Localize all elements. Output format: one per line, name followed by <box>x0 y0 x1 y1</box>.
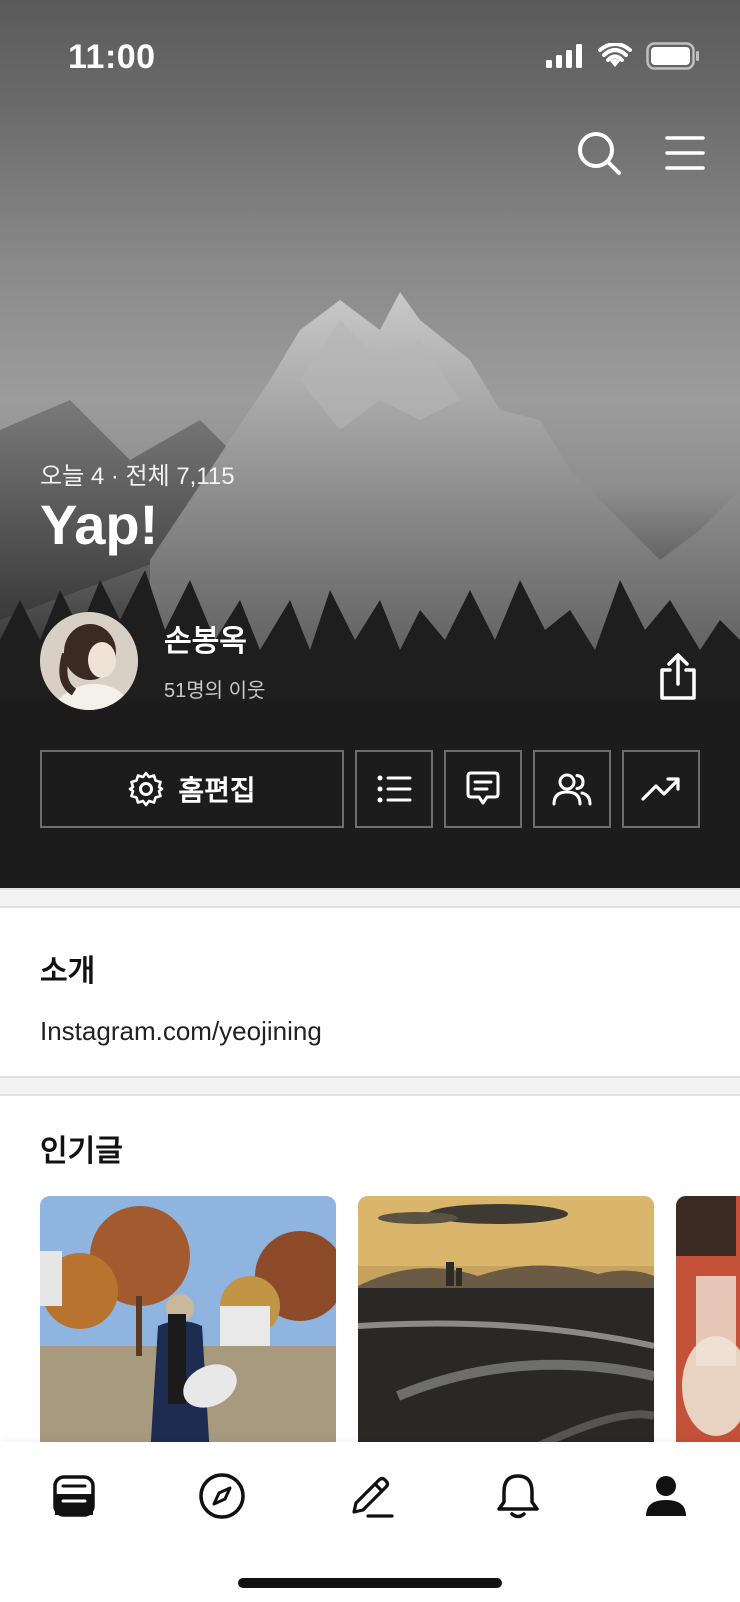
section-divider <box>0 888 740 908</box>
battery-icon <box>646 42 699 70</box>
search-icon <box>578 132 621 175</box>
menu-button[interactable] <box>660 128 710 178</box>
status-time: 11:00 <box>68 38 156 76</box>
popular-posts <box>40 1196 740 1442</box>
nav-explore[interactable] <box>192 1466 252 1526</box>
top-actions <box>574 128 710 178</box>
comment-icon <box>466 771 500 805</box>
action-row: 홈편집 <box>40 750 700 828</box>
home-indicator <box>238 1578 502 1588</box>
avatar[interactable] <box>40 612 138 710</box>
blog-header: 11:00 오늘 4 · 전체 7,115 Yap! 손봉옥 51명의 이웃 홈… <box>0 0 740 888</box>
post-photo-park <box>40 1196 336 1442</box>
blog-title: Yap! <box>40 493 159 556</box>
visit-count: 오늘 4 · 전체 7,115 <box>40 463 235 490</box>
nav-my-blog[interactable] <box>636 1466 696 1526</box>
owner-name[interactable]: 손봉옥 <box>164 616 247 660</box>
nav-write[interactable] <box>340 1466 400 1526</box>
neighbor-count[interactable]: 51명의 이웃 <box>164 674 265 703</box>
bottom-navigation <box>0 1442 740 1602</box>
person-icon <box>646 1476 686 1516</box>
post-photo-cafe <box>676 1196 740 1442</box>
share-icon <box>660 653 696 700</box>
signal-icon <box>546 44 582 68</box>
gear-icon <box>129 771 164 807</box>
section-divider <box>0 1076 740 1096</box>
popular-post-thumbnail[interactable] <box>358 1196 654 1442</box>
wifi-icon <box>598 43 632 67</box>
neighbors-button[interactable] <box>533 750 611 828</box>
list-icon <box>377 775 412 803</box>
status-icons <box>546 42 700 70</box>
avatar-image <box>40 612 138 710</box>
menu-icon <box>665 136 705 170</box>
popular-post-thumbnail[interactable] <box>676 1196 740 1442</box>
pencil-icon <box>352 1476 394 1518</box>
search-button[interactable] <box>574 128 624 178</box>
post-list-button[interactable] <box>355 750 433 828</box>
popular-title: 인기글 <box>40 1135 123 1168</box>
home-edit-button[interactable]: 홈편집 <box>40 750 344 828</box>
home-edit-label: 홈편집 <box>178 775 256 806</box>
feed-icon <box>53 1475 95 1517</box>
guestbook-button[interactable] <box>444 750 522 828</box>
compass-icon <box>199 1473 245 1519</box>
status-bar: 11:00 <box>0 0 740 110</box>
post-photo-sunset <box>358 1196 654 1442</box>
trend-icon <box>641 777 680 801</box>
popular-post-thumbnail[interactable] <box>40 1196 336 1442</box>
stats-button[interactable] <box>622 750 700 828</box>
intro-text[interactable]: Instagram.com/yeojining <box>40 1016 322 1047</box>
nav-feed[interactable] <box>44 1466 104 1526</box>
share-button[interactable] <box>656 652 700 702</box>
intro-title: 소개 <box>40 955 96 988</box>
people-icon <box>552 773 592 806</box>
nav-notifications[interactable] <box>488 1466 548 1526</box>
bell-icon <box>497 1474 539 1519</box>
